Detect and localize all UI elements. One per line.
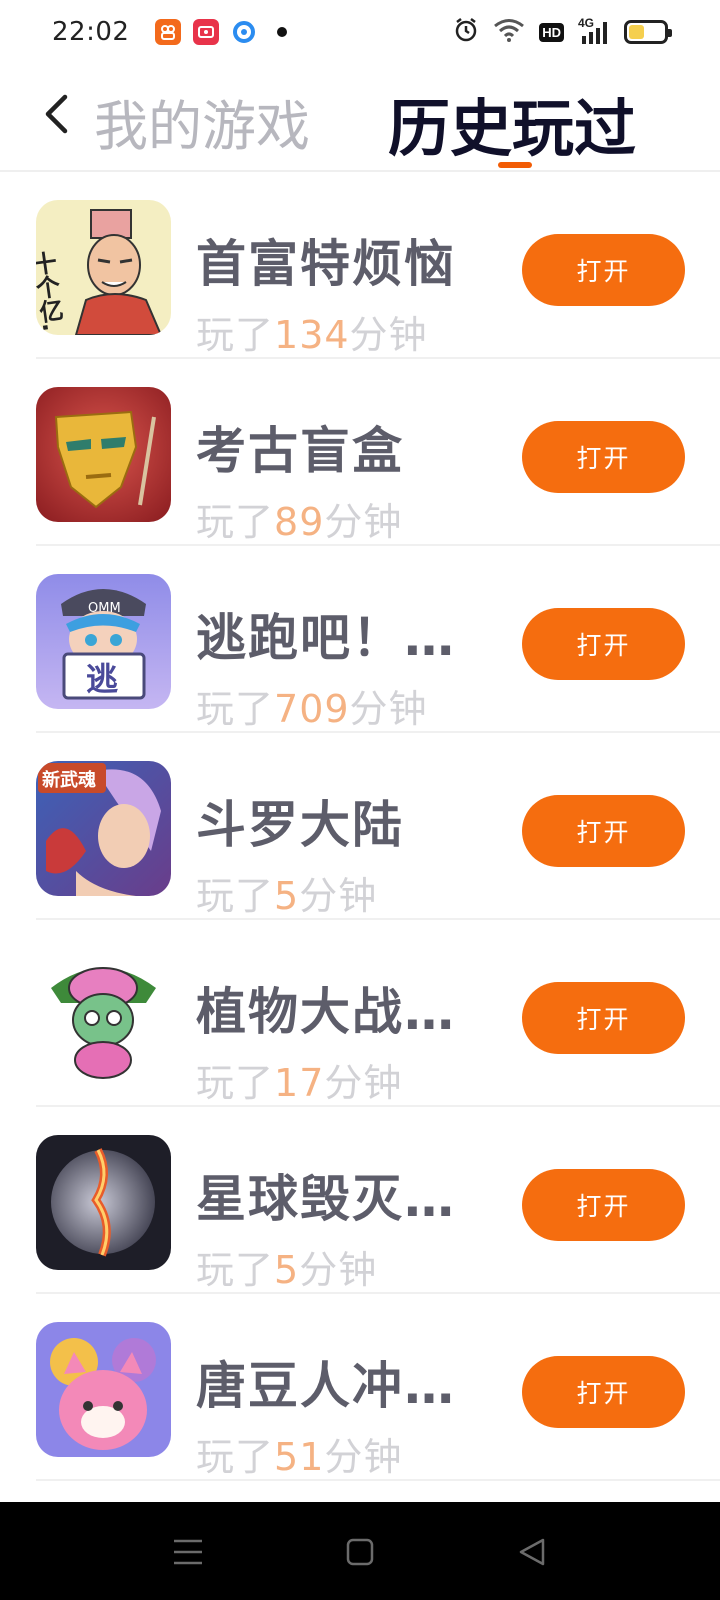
back-triangle-icon (519, 1538, 545, 1566)
active-tab-indicator (498, 162, 532, 168)
game-name: 首富特烦恼 (196, 235, 456, 293)
play-time: 玩了89分钟 (196, 491, 402, 546)
play-minutes: 5 (274, 874, 300, 918)
system-icons: HD 4G (453, 16, 672, 47)
game-name: 唐豆人冲冲冲 (196, 1357, 501, 1415)
home-square-icon (346, 1538, 374, 1566)
list-item[interactable]: 唐豆人冲冲冲 玩了51分钟 打开 (0, 1294, 720, 1481)
play-time-prefix: 玩了 (196, 874, 275, 918)
play-time: 玩了709分钟 (196, 678, 428, 733)
game-name: 逃跑吧！少年 (196, 609, 501, 667)
open-button[interactable]: 打开 (522, 1356, 685, 1428)
play-time-suffix: 分钟 (324, 1435, 403, 1479)
battery-icon (624, 20, 672, 44)
notification-icons (155, 19, 288, 45)
play-time-prefix: 玩了 (196, 500, 275, 544)
game-name: 考古盲盒 (196, 422, 404, 480)
hd-badge: HD (539, 22, 564, 42)
play-minutes: 17 (274, 1061, 325, 1105)
play-time-suffix: 分钟 (349, 687, 428, 731)
play-time: 玩了5分钟 (196, 1239, 377, 1294)
play-time-prefix: 玩了 (196, 687, 275, 731)
play-minutes: 709 (274, 687, 350, 731)
more-notifications-dot (277, 27, 288, 37)
game-icon: 十个亿… (36, 200, 171, 335)
game-name: 斗罗大陆 (196, 796, 404, 854)
list-item[interactable]: OMM 逃 逃跑吧！少年 玩了709分钟 打开 (0, 546, 720, 733)
open-button[interactable]: 打开 (522, 234, 685, 306)
play-time-prefix: 玩了 (196, 1435, 275, 1479)
browser-app-icon (231, 19, 257, 45)
play-time-suffix: 分钟 (299, 1248, 378, 1292)
open-button[interactable]: 打开 (522, 608, 685, 680)
game-icon (36, 1135, 171, 1270)
alarm-icon (453, 17, 479, 47)
play-time: 玩了134分钟 (196, 304, 428, 359)
play-time-suffix: 分钟 (299, 874, 378, 918)
play-time: 玩了5分钟 (196, 865, 377, 920)
play-time-suffix: 分钟 (324, 500, 403, 544)
play-minutes: 5 (274, 1248, 300, 1292)
thumb-sign: 逃 (86, 660, 118, 698)
battery-level (629, 25, 645, 39)
play-minutes: 89 (274, 500, 325, 544)
play-time: 玩了17分钟 (196, 1052, 402, 1107)
back-button[interactable] (36, 94, 76, 134)
signal-icon: 4G (578, 16, 610, 46)
tab-my-games[interactable]: 我的游戏 (94, 82, 310, 161)
list-item[interactable]: 星球毁灭模拟器 玩了5分钟 打开 (0, 1107, 720, 1294)
status-time: 22:02 (52, 17, 130, 47)
chevron-left-icon (45, 94, 68, 134)
open-button[interactable]: 打开 (522, 795, 685, 867)
game-icon: OMM 逃 (36, 574, 171, 709)
home-button[interactable] (340, 1532, 380, 1572)
list-item[interactable]: 新武魂 斗罗大陆 玩了5分钟 打开 (0, 733, 720, 920)
play-time-prefix: 玩了 (196, 1248, 275, 1292)
navigation-bar (0, 1502, 720, 1600)
menu-button[interactable] (168, 1532, 208, 1572)
list-item[interactable]: 植物大战僵尸 玩了17分钟 打开 (0, 920, 720, 1107)
game-icon (36, 948, 171, 1083)
tab-history[interactable]: 历史玩过 (388, 78, 636, 168)
list-item[interactable]: 考古盲盒 玩了89分钟 打开 (0, 359, 720, 546)
open-button[interactable]: 打开 (522, 1169, 685, 1241)
play-time-prefix: 玩了 (196, 1061, 275, 1105)
play-time: 玩了51分钟 (196, 1426, 402, 1481)
game-list: 十个亿… 首富特烦恼 玩了134分钟 打开 考古盲盒 玩了89分钟 打开 OMM… (0, 172, 720, 1481)
menu-icon (174, 1539, 202, 1565)
play-time-suffix: 分钟 (324, 1061, 403, 1105)
wifi-icon (493, 17, 525, 47)
play-time-prefix: 玩了 (196, 313, 275, 357)
play-minutes: 134 (274, 313, 350, 357)
list-item[interactable]: 十个亿… 首富特烦恼 玩了134分钟 打开 (0, 172, 720, 359)
status-bar: 22:02 HD 4G (0, 0, 720, 64)
app-notification-icon (155, 19, 182, 45)
thumb-badge: 新武魂 (42, 769, 96, 791)
header: 我的游戏 历史玩过 (0, 64, 720, 172)
open-button[interactable]: 打开 (522, 982, 685, 1054)
play-minutes: 51 (274, 1435, 325, 1479)
nav-back-button[interactable] (512, 1532, 552, 1572)
game-icon (36, 1322, 171, 1457)
open-button[interactable]: 打开 (522, 421, 685, 493)
play-time-suffix: 分钟 (349, 313, 428, 357)
video-app-icon (193, 19, 220, 45)
game-icon (36, 387, 171, 522)
game-name: 植物大战僵尸 (196, 983, 501, 1041)
game-name: 星球毁灭模拟器 (196, 1170, 501, 1228)
game-icon: 新武魂 (36, 761, 171, 896)
